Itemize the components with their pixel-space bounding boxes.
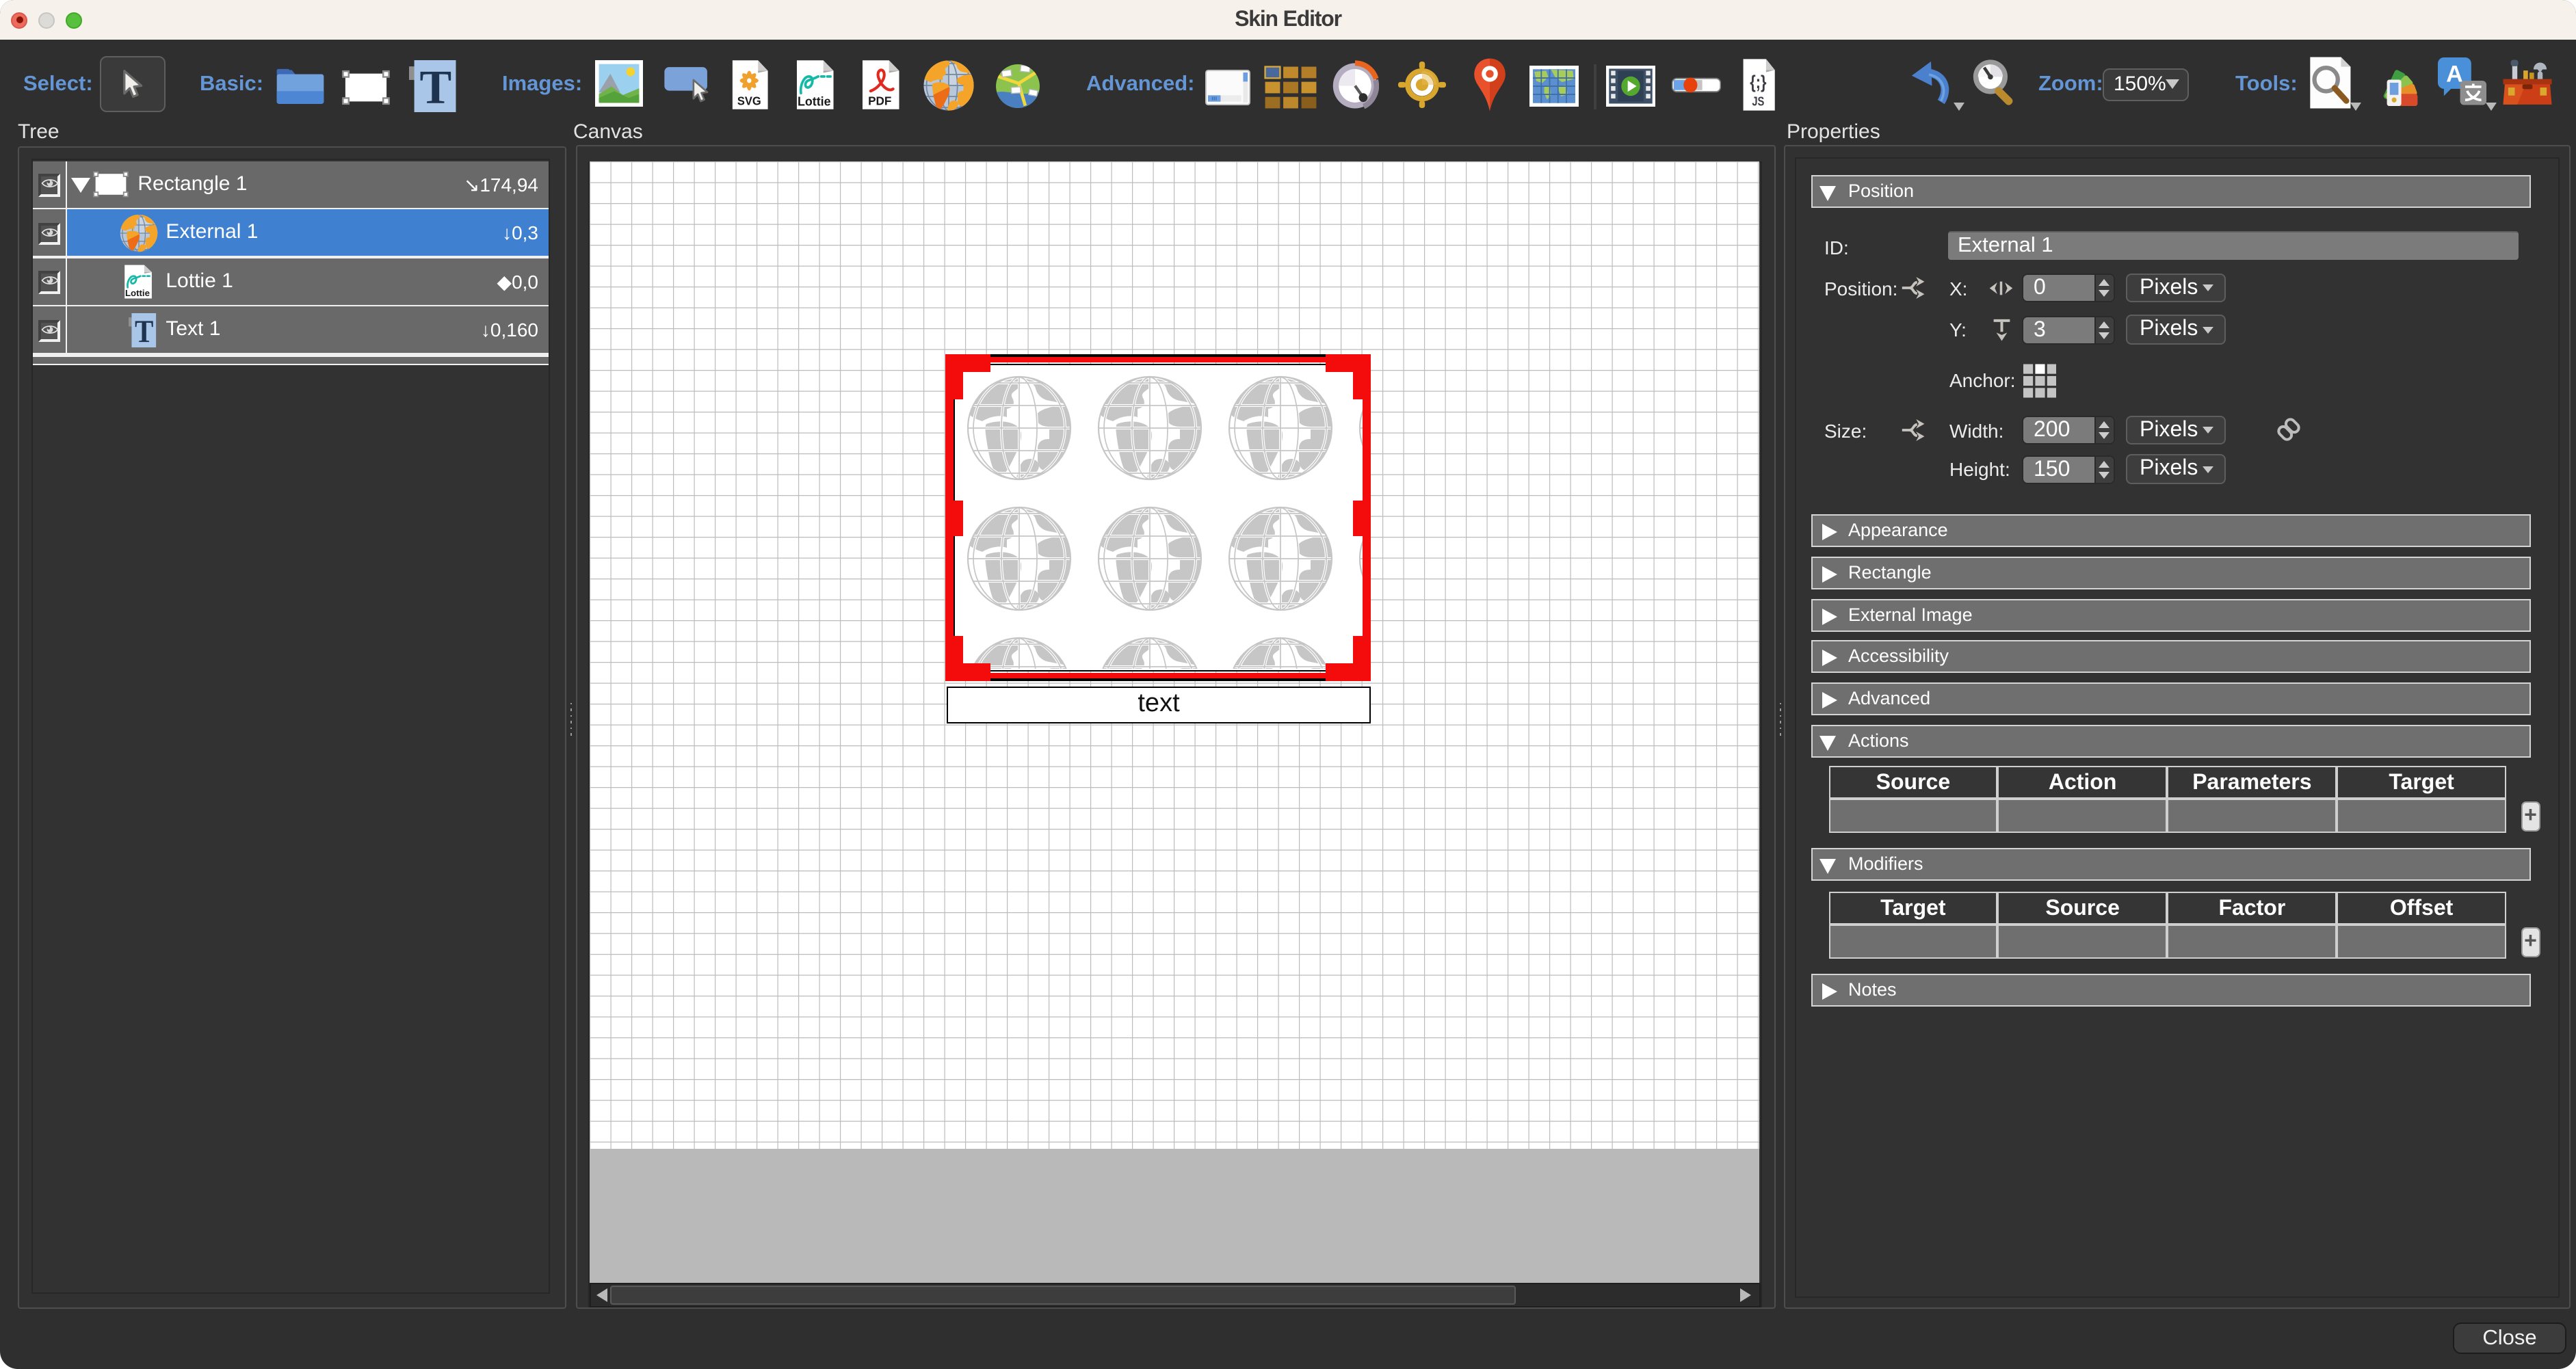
svg-text:SVG: SVG [737, 94, 761, 108]
svg-text:T: T [135, 313, 153, 347]
svg-text:Lottie: Lottie [798, 94, 831, 108]
svg-text:Lottie: Lottie [125, 288, 150, 298]
svg-text:{;}: {;} [1750, 72, 1767, 93]
svg-text:T: T [419, 61, 451, 112]
svg-text:PDF: PDF [868, 94, 891, 107]
svg-text:JS: JS [1752, 94, 1764, 109]
